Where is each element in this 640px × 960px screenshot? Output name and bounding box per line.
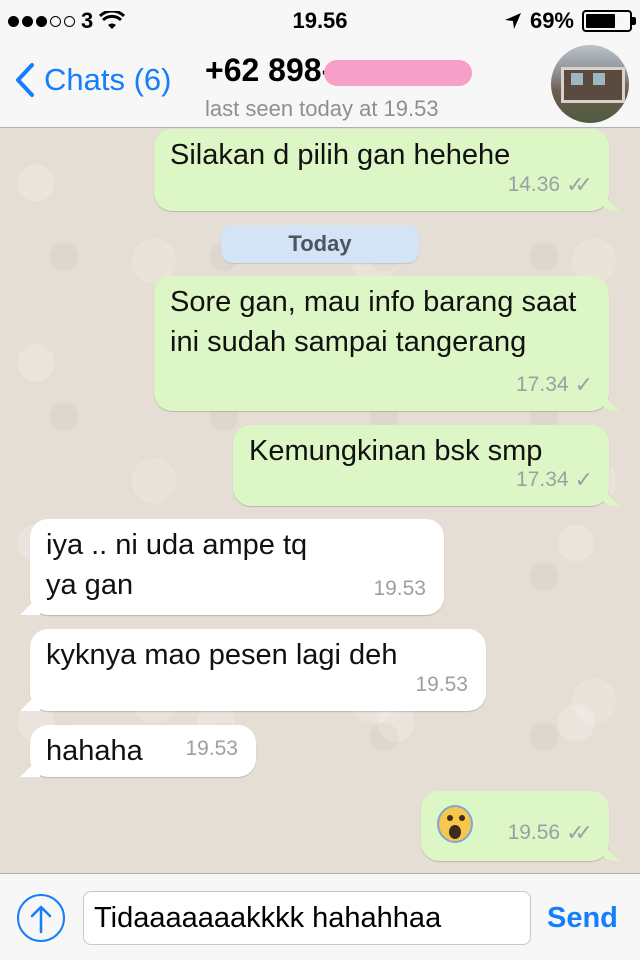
battery-icon bbox=[582, 10, 636, 32]
redaction-mark bbox=[324, 59, 473, 86]
screaming-face-emoji-icon bbox=[437, 805, 473, 844]
message-text: Sore gan, mau info barang saat ini sudah… bbox=[170, 286, 577, 358]
message-text: iya .. ni uda ampe tq ya gan bbox=[46, 529, 308, 601]
double-check-icon: ✓✓ bbox=[566, 172, 593, 197]
check-icon: ✓ bbox=[574, 372, 594, 397]
contact-avatar[interactable] bbox=[551, 45, 629, 123]
message-bubble-incoming[interactable]: hahaha 19.53 bbox=[20, 725, 256, 777]
status-right: 69% bbox=[504, 8, 636, 34]
message-bubble-outgoing[interactable]: Kemungkinan bsk smp 17.34 ✓ bbox=[233, 425, 619, 506]
message-bubble-outgoing[interactable]: Sore gan, mau info barang saat ini sudah… bbox=[154, 276, 619, 411]
location-arrow-icon bbox=[504, 13, 521, 29]
message-time: 14.36 bbox=[507, 173, 561, 196]
chat-header: Chats (6) +62 898- last seen today at 19… bbox=[0, 40, 640, 128]
last-seen-status: last seen today at 19.53 bbox=[205, 96, 439, 121]
contact-number: +62 898- bbox=[205, 52, 333, 88]
back-to-chats-button[interactable]: Chats (6) bbox=[14, 62, 171, 98]
message-bubble-incoming[interactable]: kyknya mao pesen lagi deh 19.53 bbox=[20, 629, 486, 711]
message-input[interactable]: Tidaaaaaaakkkk hahahhaa bbox=[83, 891, 531, 945]
message-time: 19.53 bbox=[415, 673, 468, 696]
message-time: 19.56 bbox=[507, 821, 561, 844]
message-bubble-outgoing[interactable]: Silakan d pilih gan hehehe 14.36 ✓✓ bbox=[154, 129, 619, 211]
status-bar: 3 19.56 69% bbox=[0, 0, 640, 40]
message-time: 19.53 bbox=[373, 577, 426, 600]
message-bubble-incoming[interactable]: iya .. ni uda ampe tq ya gan 19.53 bbox=[20, 519, 444, 615]
message-bubble-outgoing[interactable]: 19.56 ✓✓ bbox=[421, 791, 619, 861]
arrow-up-icon bbox=[30, 905, 52, 934]
attach-button[interactable] bbox=[17, 894, 65, 942]
check-icon: ✓ bbox=[574, 467, 594, 492]
contact-name[interactable]: +62 898- bbox=[205, 52, 473, 89]
battery-percent: 69% bbox=[529, 8, 574, 33]
double-check-icon: ✓✓ bbox=[566, 820, 593, 845]
back-label: Chats (6) bbox=[44, 62, 172, 97]
message-time: 17.34 bbox=[516, 373, 569, 396]
chevron-left-icon bbox=[16, 63, 34, 97]
send-button[interactable]: Send bbox=[547, 902, 618, 935]
message-time: 19.53 bbox=[185, 737, 238, 760]
message-list[interactable]: Silakan d pilih gan hehehe 14.36 ✓✓ Today… bbox=[0, 129, 640, 873]
composer-bar: Tidaaaaaaakkkk hahahhaa Send bbox=[0, 873, 640, 960]
message-text: kyknya mao pesen lagi deh bbox=[46, 639, 398, 671]
message-time: 17.34 bbox=[516, 468, 569, 491]
day-separator: Today bbox=[221, 225, 419, 263]
